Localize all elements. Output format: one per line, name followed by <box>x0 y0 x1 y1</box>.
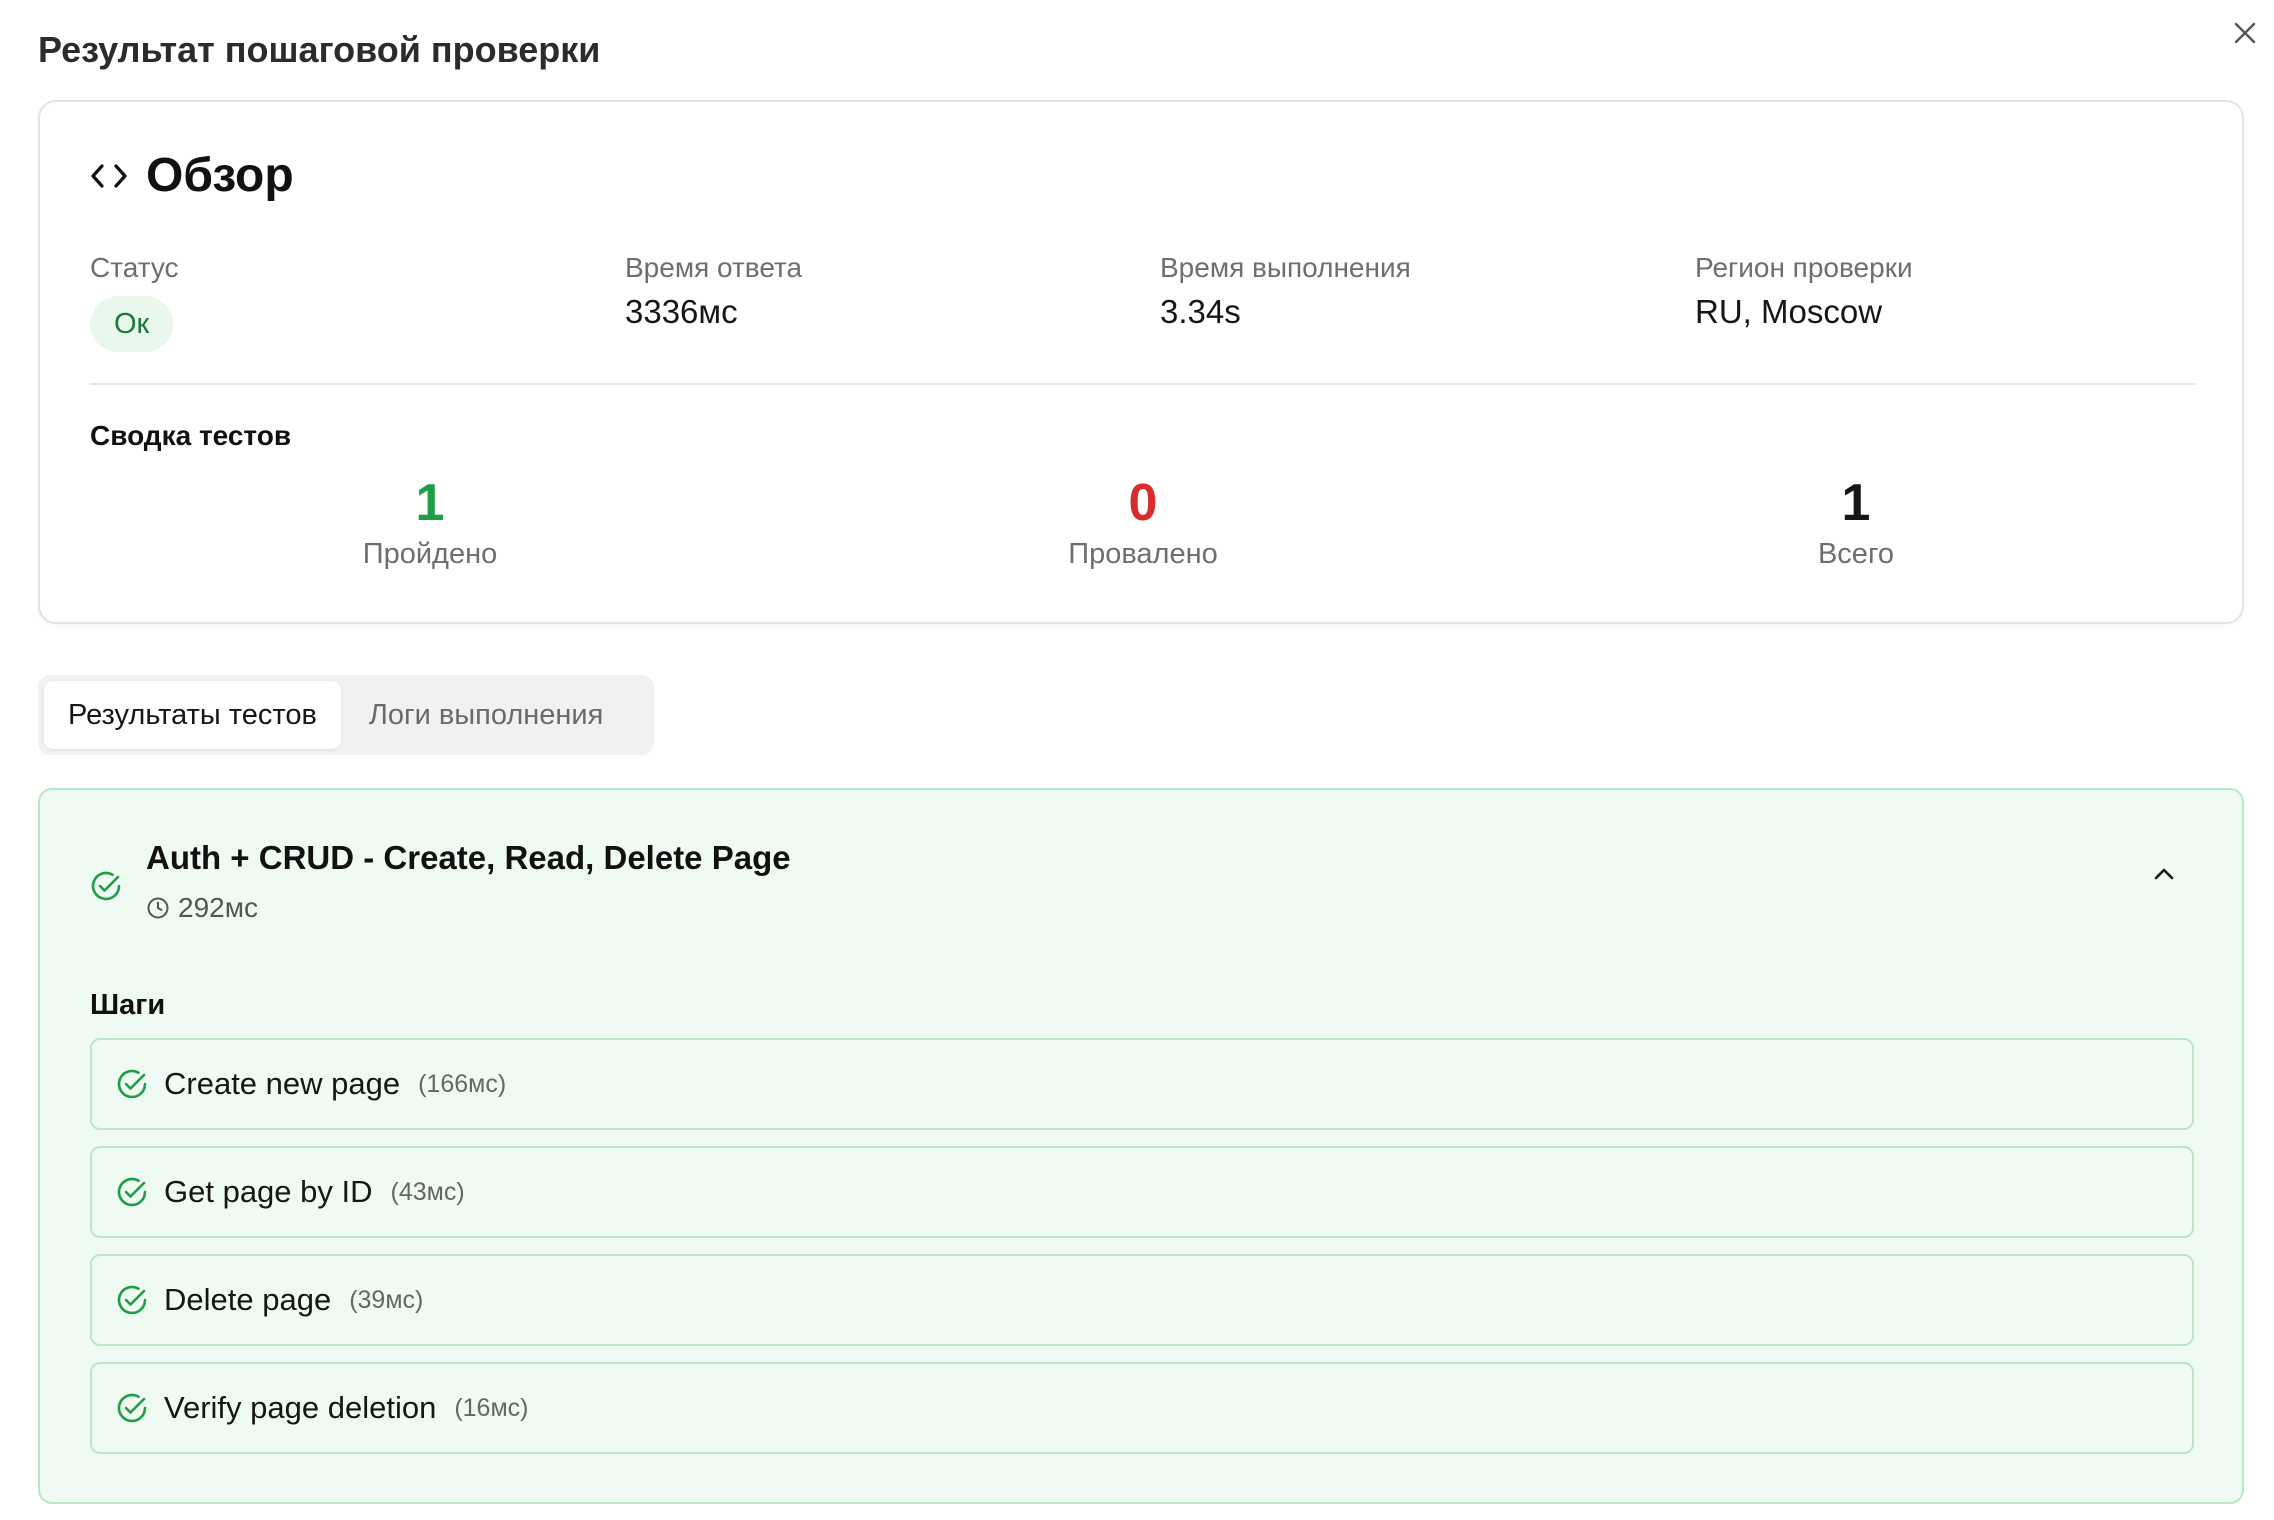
close-button[interactable] <box>2226 14 2264 52</box>
clock-icon <box>147 897 169 919</box>
chevron-up-icon <box>2154 868 2174 880</box>
collapse-button[interactable] <box>2142 852 2186 896</box>
total-label: Всего <box>1817 538 1895 570</box>
step-item[interactable]: Verify page deletion (16мс) <box>90 1362 2194 1454</box>
summary-failed: 0 Провалено <box>993 472 1293 572</box>
step-duration: (166мс) <box>418 1069 507 1098</box>
failed-count: 0 <box>1128 474 1158 532</box>
total-count: 1 <box>1841 474 1871 532</box>
test-name: Auth + CRUD - Create, Read, Delete Page <box>146 839 791 876</box>
summary-passed: 1 Пройдено <box>280 472 580 572</box>
step-duration: (43мс) <box>390 1177 465 1206</box>
metric-region: Регион проверки RU, Moscow <box>1695 250 1913 334</box>
metric-execution-time: Время выполнения 3.34s <box>1160 250 1411 334</box>
check-circle-icon <box>91 871 121 901</box>
tab-test-results[interactable]: Результаты тестов <box>44 681 341 749</box>
step-duration: (16мс) <box>454 1393 529 1422</box>
status-label: Статус <box>90 252 179 283</box>
execution-time-value: 3.34s <box>1160 293 1241 330</box>
execution-time-label: Время выполнения <box>1160 252 1411 283</box>
divider <box>90 383 2196 385</box>
status-badge: Ок <box>90 296 174 352</box>
response-time-value: 3336мс <box>625 293 738 330</box>
metrics-row: Статус Ок Время ответа 3336мс Время выпо… <box>90 250 2210 352</box>
check-circle-icon <box>117 1285 147 1315</box>
steps-title: Шаги <box>90 989 166 1021</box>
check-circle-icon <box>117 1393 147 1423</box>
step-duration: (39мс) <box>349 1285 424 1314</box>
overview-header: Обзор <box>90 146 294 206</box>
summary-title: Сводка тестов <box>90 420 292 451</box>
step-name: Get page by ID <box>164 1174 373 1209</box>
close-icon <box>2234 22 2256 44</box>
metric-response-time: Время ответа 3336мс <box>625 250 802 334</box>
step-item[interactable]: Create new page (166мс) <box>90 1038 2194 1130</box>
overview-card: Обзор Статус Ок Время ответа 3336мс Врем… <box>38 100 2244 624</box>
response-time-label: Время ответа <box>625 252 803 283</box>
step-item[interactable]: Delete page (39мс) <box>90 1254 2194 1346</box>
step-name: Create new page <box>164 1066 401 1101</box>
test-duration-value: 292мс <box>178 892 258 923</box>
region-value: RU, Moscow <box>1695 293 1883 330</box>
test-status <box>90 870 122 902</box>
overview-title: Обзор <box>146 149 294 202</box>
step-item[interactable]: Get page by ID (43мс) <box>90 1146 2194 1238</box>
step-name: Verify page deletion <box>164 1390 437 1425</box>
check-circle-icon <box>117 1069 147 1099</box>
tab-execution-logs[interactable]: Логи выполнения <box>345 681 627 749</box>
check-circle-icon <box>117 1177 147 1207</box>
tabs: Результаты тестов Логи выполнения <box>38 675 654 755</box>
metric-status: Статус Ок <box>90 250 179 352</box>
test-result-card: Auth + CRUD - Create, Read, Delete Page … <box>38 788 2244 1504</box>
summary-total: 1 Всего <box>1706 472 2006 572</box>
passed-label: Пройдено <box>362 538 498 570</box>
test-duration: 292мс <box>146 890 258 926</box>
passed-count: 1 <box>415 474 445 532</box>
dialog-title: Результат пошаговой проверки <box>38 29 601 70</box>
step-name: Delete page <box>164 1282 332 1317</box>
failed-label: Провалено <box>1068 538 1218 570</box>
code-icon <box>91 164 127 188</box>
region-label: Регион проверки <box>1695 252 1913 283</box>
